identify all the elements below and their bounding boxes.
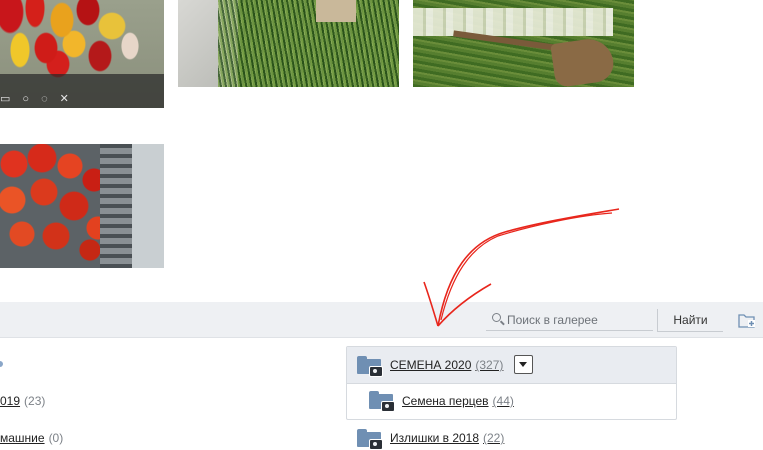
annotation-arrow [423, 208, 620, 327]
